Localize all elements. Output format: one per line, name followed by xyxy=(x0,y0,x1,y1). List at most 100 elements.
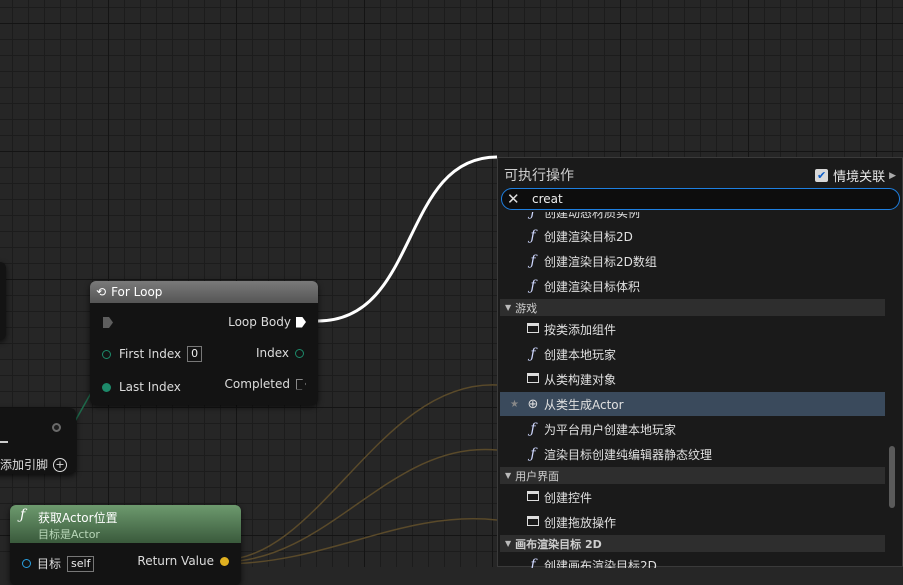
checkbox-icon[interactable]: ✔ xyxy=(815,169,829,182)
exec-wire xyxy=(317,155,498,323)
category-label: 画布渲染目标 2D xyxy=(515,537,602,551)
index-pin[interactable] xyxy=(295,348,304,358)
item-label: 创建画布渲染目标2D xyxy=(544,558,657,569)
item-label: 创建动态材质实例 xyxy=(544,212,641,220)
scrollbar[interactable] xyxy=(889,446,895,508)
chevron-down-icon[interactable]: ▼ xyxy=(505,539,511,548)
function-icon: ƒ xyxy=(530,278,536,294)
function-icon: ƒ xyxy=(530,228,536,244)
loop-body-label: Loop Body xyxy=(228,315,291,329)
list-item[interactable]: ƒ 创建画布渲染目标2D xyxy=(500,553,885,568)
function-icon: ƒ xyxy=(20,507,26,523)
completed-row[interactable]: Completed xyxy=(225,377,306,391)
list-item[interactable]: 创建拖放操作 xyxy=(500,510,885,534)
item-label: 为平台用户创建本地玩家 xyxy=(544,422,677,437)
exec-in-pin[interactable] xyxy=(103,317,113,328)
for-loop-header[interactable]: ⟲ For Loop xyxy=(90,281,318,303)
function-icon: ƒ xyxy=(530,253,536,269)
add-icon[interactable]: + xyxy=(53,457,68,472)
category-game[interactable]: ▼ 游戏 xyxy=(500,299,885,316)
category-ui[interactable]: ▼ 用户界面 xyxy=(500,467,885,484)
list-item[interactable]: ƒ 创建动态材质实例 xyxy=(500,212,885,224)
expand-arrow-icon[interactable]: ▶ xyxy=(889,171,896,181)
chevron-down-icon[interactable]: ▼ xyxy=(505,471,511,480)
list-item[interactable]: ƒ 创建渲染目标2D数组 xyxy=(500,249,885,273)
last-index-pin[interactable] xyxy=(102,382,111,392)
loop-body-row[interactable]: Loop Body xyxy=(228,315,306,329)
function-icon: ƒ xyxy=(530,557,536,568)
list-item-selected[interactable]: ★ ⊕ 从类生成Actor xyxy=(500,392,885,416)
list-item[interactable]: ƒ 渲染目标创建纯编辑器静态纹理 xyxy=(500,442,885,466)
search-input[interactable] xyxy=(532,191,872,207)
action-menu[interactable]: 可执行操作 ✔ 情境关联 ▶ ✕ ƒ 创建动态材质实例 ƒ 创建渲染目标2D ƒ… xyxy=(497,157,903,568)
chevron-down-icon[interactable]: ▼ xyxy=(505,303,511,312)
item-label: 创建本地玩家 xyxy=(544,347,617,362)
item-label: 从类生成Actor xyxy=(544,397,624,412)
target-label: 目标 xyxy=(37,557,62,571)
context-sensitive-toggle[interactable]: ✔ 情境关联 ▶ xyxy=(815,166,896,185)
spawn-icon: ⊕ xyxy=(527,396,539,412)
for-loop-title: For Loop xyxy=(111,285,163,299)
data-wire xyxy=(221,384,498,561)
target-row[interactable]: 目标 self xyxy=(22,555,95,572)
context-label: 情境关联 xyxy=(833,170,886,185)
list-item[interactable]: ƒ 创建渲染目标体积 xyxy=(500,274,885,298)
return-value-row[interactable]: Return Value xyxy=(137,554,229,568)
for-loop-node[interactable]: ⟲ For Loop Loop Body First Index 0 Index… xyxy=(90,281,318,405)
get-actor-title: 获取Actor位置 xyxy=(38,511,118,525)
item-label: 渲染目标创建纯编辑器静态纹理 xyxy=(544,447,713,462)
add-pin-row[interactable]: 添加引脚 + xyxy=(0,456,68,473)
first-index-input[interactable]: 0 xyxy=(187,346,203,362)
action-list[interactable]: ƒ 创建动态材质实例 ƒ 创建渲染目标2D ƒ 创建渲染目标2D数组 ƒ 创建渲… xyxy=(500,212,885,568)
list-item[interactable]: 创建控件 xyxy=(500,485,885,509)
get-actor-header[interactable]: ƒ 获取Actor位置 目标是Actor xyxy=(10,505,241,543)
index-label: Index xyxy=(255,346,289,360)
list-item[interactable]: ƒ 创建本地玩家 xyxy=(500,342,885,366)
last-index-row[interactable]: Last Index xyxy=(102,380,181,394)
item-label: 从类构建对象 xyxy=(544,372,617,387)
function-icon: ƒ xyxy=(530,421,536,437)
close-icon[interactable]: ✕ xyxy=(507,190,520,208)
class-icon xyxy=(526,490,540,504)
data-wire xyxy=(221,448,498,563)
return-value-pin[interactable] xyxy=(220,556,229,566)
list-item[interactable]: 按类添加组件 xyxy=(500,317,885,341)
item-label: 创建渲染目标2D数组 xyxy=(544,254,657,269)
pin-dash xyxy=(0,441,8,443)
target-input[interactable]: self xyxy=(67,555,95,572)
item-label: 按类添加组件 xyxy=(544,322,617,337)
data-wire xyxy=(221,518,498,565)
search-box[interactable]: ✕ xyxy=(501,188,900,210)
partial-node-left[interactable]: 添加引脚 + xyxy=(0,408,76,474)
loop-icon: ⟲ xyxy=(96,285,107,299)
first-index-row[interactable]: First Index 0 xyxy=(102,346,203,362)
add-pin-label: 添加引脚 xyxy=(0,458,49,472)
item-label: 创建渲染目标2D xyxy=(544,229,633,244)
function-icon: ƒ xyxy=(530,446,536,462)
class-icon xyxy=(526,515,540,529)
list-item[interactable]: ƒ 创建渲染目标2D xyxy=(500,224,885,248)
category-label: 游戏 xyxy=(515,301,538,315)
item-label: 创建控件 xyxy=(544,490,593,505)
get-actor-subtitle: 目标是Actor xyxy=(38,528,100,541)
category-label: 用户界面 xyxy=(515,469,560,483)
index-row[interactable]: Index xyxy=(256,346,304,360)
function-icon: ƒ xyxy=(530,212,536,220)
partial-node-top[interactable] xyxy=(0,262,6,340)
class-icon xyxy=(526,372,540,386)
star-icon[interactable]: ★ xyxy=(510,399,519,410)
item-label: 创建渲染目标体积 xyxy=(544,279,641,294)
completed-pin[interactable] xyxy=(296,378,306,390)
category-canvas[interactable]: ▼ 画布渲染目标 2D xyxy=(500,535,885,552)
list-item[interactable]: 从类构建对象 xyxy=(500,367,885,391)
menu-title: 可执行操作 xyxy=(504,168,574,184)
first-index-pin[interactable] xyxy=(102,349,111,359)
first-index-label: First Index xyxy=(119,347,182,361)
get-actor-location-node[interactable]: ƒ 获取Actor位置 目标是Actor 目标 self Return Valu… xyxy=(10,505,241,585)
output-pin[interactable] xyxy=(52,423,61,432)
function-icon: ƒ xyxy=(530,346,536,362)
last-index-label: Last Index xyxy=(119,380,181,394)
item-label: 创建拖放操作 xyxy=(544,515,617,530)
list-item[interactable]: ƒ 为平台用户创建本地玩家 xyxy=(500,417,885,441)
loop-body-pin[interactable] xyxy=(296,316,306,328)
